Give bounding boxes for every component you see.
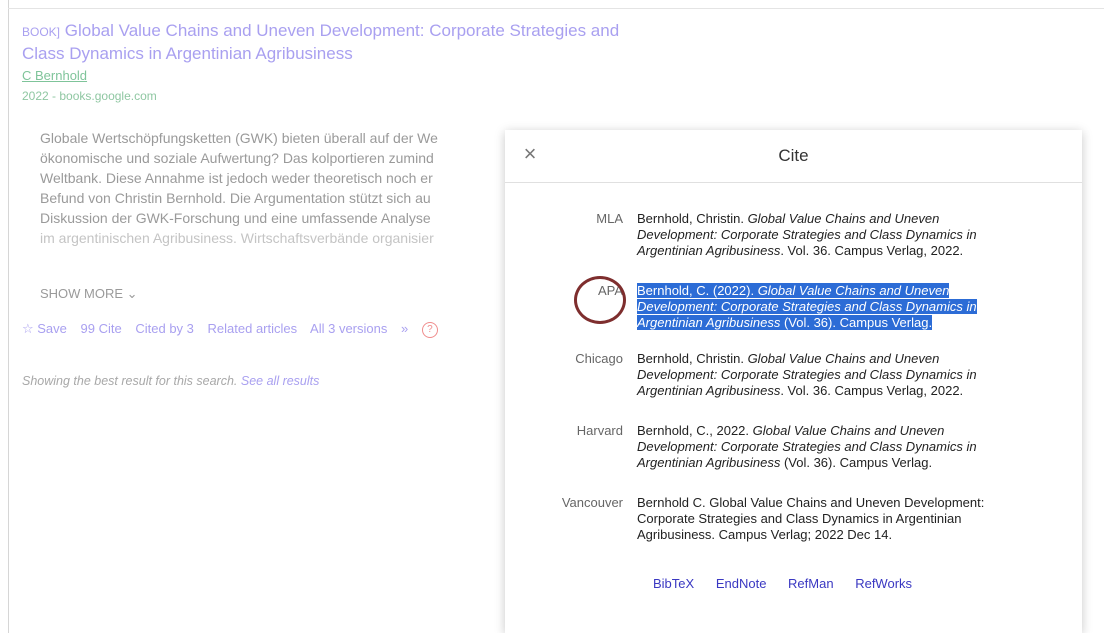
citation-style-label: MLA <box>596 211 623 226</box>
scholar-page: BOOK] Global Value Chains and Uneven Dev… <box>0 0 1104 633</box>
result-actions: ☆ Save 99 Cite Cited by 3 Related articl… <box>22 321 448 338</box>
citation-text[interactable]: Bernhold, C., 2022. Global Value Chains … <box>637 423 1022 471</box>
citation-text[interactable]: Bernhold, Christin. Global Value Chains … <box>637 351 1022 399</box>
citation-author: Bernhold, C. (2022). <box>637 283 758 298</box>
endnote-link[interactable]: EndNote <box>716 576 767 591</box>
citation-text[interactable]: Bernhold, Christin. Global Value Chains … <box>637 211 1022 259</box>
result-title-link[interactable]: BOOK] Global Value Chains and Uneven Dev… <box>22 20 722 64</box>
citation-style-label: Harvard <box>576 423 623 438</box>
best-result-note: Showing the best result for this search.… <box>22 374 319 388</box>
window-border-top <box>8 8 1104 9</box>
bibtex-link[interactable]: BibTeX <box>653 576 694 591</box>
snippet-line: Befund von Christin Bernhold. Die Argume… <box>40 190 431 206</box>
cite-button[interactable]: 99 Cite <box>81 321 122 336</box>
result-type-tag: BOOK] <box>22 25 61 39</box>
citation-text-selected[interactable]: Bernhold, C. (2022). Global Value Chains… <box>637 283 1022 331</box>
cite-dialog: × Cite MLA Bernhold, Christin. Global Va… <box>505 130 1082 633</box>
best-result-text: Showing the best result for this search. <box>22 374 238 388</box>
citation-publisher: . Vol. 36. Campus Verlag, 2022. <box>780 383 964 398</box>
result-snippet: Globale Wertschöpfungsketten (GWK) biete… <box>40 128 510 248</box>
citation-author: Bernhold, Christin. <box>637 351 748 366</box>
apa-highlight-circle <box>574 276 626 324</box>
snippet-line-faded: im argentinischen Agribusiness. Wirtscha… <box>40 230 434 246</box>
citation-publisher: (Vol. 36). Campus Verlag. <box>780 315 933 330</box>
citation-author: Bernhold, Christin. <box>637 211 748 226</box>
cited-by-link[interactable]: Cited by 3 <box>135 321 194 336</box>
snippet-line: Weltbank. Diese Annahme ist jedoch weder… <box>40 170 433 186</box>
more-actions-icon[interactable]: » <box>401 321 408 336</box>
help-icon[interactable]: ? <box>421 321 438 338</box>
window-border-left <box>8 0 9 633</box>
search-result: BOOK] Global Value Chains and Uneven Dev… <box>22 20 722 107</box>
result-author[interactable]: C Bernhold <box>22 67 722 85</box>
cite-dialog-header: × Cite <box>505 130 1082 183</box>
export-links: BibTeX EndNote RefMan RefWorks <box>653 576 930 591</box>
citation-publisher: . Vol. 36. Campus Verlag, 2022. <box>780 243 964 258</box>
author-link[interactable]: C Bernhold <box>22 68 87 83</box>
citation-author: Bernhold, C., 2022. <box>637 423 753 438</box>
citation-style-label: Vancouver <box>561 495 623 510</box>
see-all-results-link[interactable]: See all results <box>241 374 320 388</box>
show-more-button[interactable]: SHOW MORE ⌄ <box>40 286 138 302</box>
refman-link[interactable]: RefMan <box>788 576 834 591</box>
snippet-line: Diskussion der GWK-Forschung und eine um… <box>40 210 431 226</box>
result-meta: 2022 - books.google.com <box>22 89 157 103</box>
citation-text[interactable]: Bernhold C. Global Value Chains and Unev… <box>637 495 1022 543</box>
result-title-line2[interactable]: Class Dynamics in Argentinian Agribusine… <box>22 44 353 63</box>
cite-dialog-title: Cite <box>778 146 809 165</box>
result-title-line1[interactable]: Global Value Chains and Uneven Developme… <box>65 21 619 40</box>
related-articles-link[interactable]: Related articles <box>208 321 298 336</box>
citation-publisher: (Vol. 36). Campus Verlag. <box>780 455 933 470</box>
citation-style-label: Chicago <box>575 351 623 366</box>
refworks-link[interactable]: RefWorks <box>855 576 912 591</box>
all-versions-link[interactable]: All 3 versions <box>310 321 387 336</box>
snippet-line: ökonomische und soziale Aufwertung? Das … <box>40 150 434 166</box>
snippet-line: Globale Wertschöpfungsketten (GWK) biete… <box>40 130 438 146</box>
save-button[interactable]: ☆ Save <box>22 321 67 336</box>
